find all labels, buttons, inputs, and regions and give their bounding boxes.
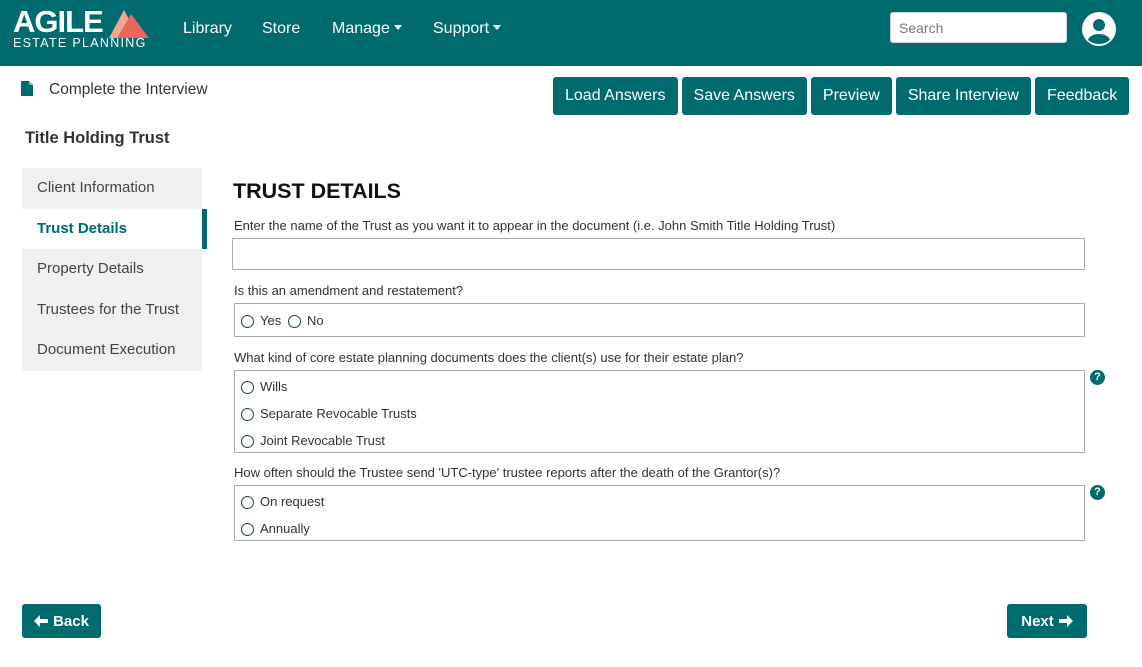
document-icon — [21, 81, 33, 96]
logo-tagline: ESTATE PLANNING — [13, 36, 147, 50]
trust-name-label: Enter the name of the Trust as you want … — [234, 218, 836, 233]
logo-triangle-icon — [109, 10, 149, 38]
radio-button[interactable] — [241, 407, 254, 421]
action-toolbar: Load Answers Save Answers Preview Share … — [553, 77, 1130, 115]
documents-joint-trust-option[interactable]: Joint Revocable Trust — [241, 433, 385, 449]
search-input[interactable] — [890, 12, 1067, 43]
nav-support[interactable]: Support — [433, 19, 502, 39]
sidebar-item-document-execution[interactable]: Document Execution — [22, 330, 202, 371]
caret-down-icon — [493, 25, 502, 30]
sidebar-item-client-information[interactable]: Client Information — [22, 168, 202, 209]
question-circle-icon[interactable]: ? — [1090, 485, 1105, 500]
top-navbar: AGILE ESTATE PLANNING Library Store Mana… — [0, 0, 1142, 66]
amendment-no-option[interactable]: No — [288, 313, 324, 329]
logo-wordmark: AGILE — [13, 4, 104, 39]
trust-name-input[interactable] — [232, 238, 1085, 270]
radio-button[interactable] — [241, 314, 254, 328]
section-title: TRUST DETAILS — [233, 179, 402, 203]
reports-question-label: How often should the Trustee send 'UTC-t… — [234, 465, 781, 480]
documents-question-label: What kind of core estate planning docume… — [234, 350, 744, 365]
radio-button[interactable] — [241, 380, 254, 394]
nav-library[interactable]: Library — [183, 19, 232, 39]
amendment-yes-option[interactable]: Yes — [241, 313, 281, 329]
user-circle-icon[interactable] — [1082, 12, 1116, 46]
interview-sidebar: Client Information Trust Details Propert… — [22, 168, 207, 371]
sidebar-item-trust-details[interactable]: Trust Details — [22, 208, 207, 249]
nav-store[interactable]: Store — [262, 19, 300, 39]
arrow-left-icon — [34, 615, 49, 627]
caret-down-icon — [393, 25, 402, 30]
documents-wills-option[interactable]: Wills — [241, 379, 287, 395]
sidebar-item-trustees[interactable]: Trustees for the Trust — [22, 289, 202, 330]
amendment-question-label: Is this an amendment and restatement? — [234, 283, 464, 298]
nav-manage[interactable]: Manage — [332, 19, 402, 39]
documents-separate-trusts-option[interactable]: Separate Revocable Trusts — [241, 406, 417, 422]
save-answers-button[interactable]: Save Answers — [681, 77, 807, 115]
next-button[interactable]: Next — [1007, 604, 1087, 638]
back-button[interactable]: Back — [22, 604, 101, 638]
agile-logo[interactable]: AGILE ESTATE PLANNING — [13, 4, 149, 52]
reports-options: On request Annually — [234, 485, 1085, 541]
arrow-right-icon — [1058, 615, 1073, 627]
sidebar-item-property-details[interactable]: Property Details — [22, 249, 202, 290]
share-interview-button[interactable]: Share Interview — [895, 77, 1031, 115]
interview-title: Complete the Interview — [49, 81, 208, 98]
amendment-options: Yes No — [234, 303, 1085, 337]
radio-button[interactable] — [241, 522, 254, 536]
reports-annually-option[interactable]: Annually — [241, 521, 310, 537]
radio-button[interactable] — [241, 434, 254, 448]
documents-options: Wills Separate Revocable Trusts Joint Re… — [234, 370, 1085, 453]
feedback-button[interactable]: Feedback — [1034, 77, 1130, 115]
reports-on-request-option[interactable]: On request — [241, 494, 324, 510]
radio-button[interactable] — [288, 314, 301, 328]
load-answers-button[interactable]: Load Answers — [553, 77, 678, 115]
page-title: Title Holding Trust — [25, 129, 170, 147]
preview-button[interactable]: Preview — [810, 77, 892, 115]
radio-button[interactable] — [241, 495, 254, 509]
question-circle-icon[interactable]: ? — [1090, 370, 1105, 385]
